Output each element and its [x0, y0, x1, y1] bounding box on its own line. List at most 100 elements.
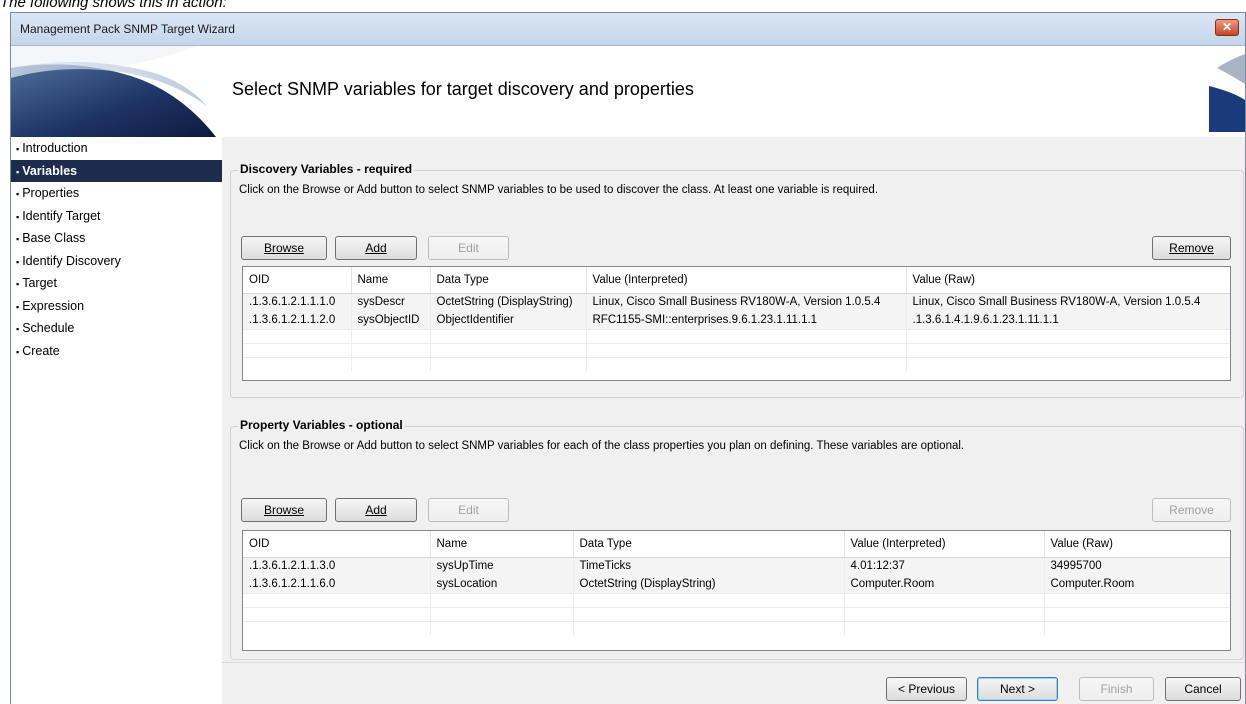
title-bar: Management Pack SNMP Target Wizard ✕: [11, 13, 1245, 46]
close-button[interactable]: ✕: [1215, 19, 1239, 36]
footer-separator: [222, 662, 1245, 663]
table-cell: 34995700: [1044, 557, 1230, 575]
discovery-browse-button[interactable]: Browse: [241, 236, 327, 260]
table-row[interactable]: .1.3.6.1.2.1.1.1.0 sysDescr OctetString (D…: [243, 293, 1230, 311]
property-variables-table[interactable]: OID Name Data Type Value (Interpreted) Value…: [242, 530, 1231, 651]
nav-bullet-icon: ▪: [16, 346, 20, 357]
page-caption: The following shows this in action:: [0, 0, 227, 11]
empty-cell: [906, 328, 1230, 343]
discovery-variables-table[interactable]: OID Name Data Type Value (Interpreted) Value…: [242, 266, 1231, 381]
discovery-remove-button[interactable]: Remove: [1152, 236, 1231, 260]
nav-item-schedule[interactable]: ▪ Schedule: [11, 317, 222, 340]
previous-button[interactable]: < Previous: [886, 677, 967, 701]
nav-item-properties[interactable]: ▪ Properties: [11, 182, 222, 205]
discovery-edit-button: Edit: [428, 236, 509, 260]
table-cell: sysUpTime: [430, 557, 574, 575]
property-remove-button: Remove: [1152, 498, 1231, 522]
nav-item-create[interactable]: ▪ Create: [11, 340, 222, 363]
brand-logo-icon: [1209, 54, 1245, 132]
empty-cell: [351, 342, 431, 357]
nav-bullet-icon: ▪: [16, 279, 20, 289]
column-header[interactable]: Value (Raw): [1044, 531, 1230, 558]
table-cell: Computer.Room: [1044, 575, 1230, 593]
column-header[interactable]: Data Type: [573, 531, 845, 558]
table-row[interactable]: .1.3.6.1.2.1.1.6.0 sysLocation OctetString…: [243, 575, 1230, 593]
table-row[interactable]: .1.3.6.1.2.1.1.3.0 sysUpTime TimeTicks 4.01…: [243, 557, 1230, 575]
table-row[interactable]: .1.3.6.1.2.1.1.2.0 sysObjectID ObjectIdent…: [243, 311, 1230, 329]
empty-cell: [430, 606, 574, 621]
column-header[interactable]: Value (Interpreted): [844, 531, 1045, 558]
empty-cell: [586, 328, 907, 343]
empty-cell: [1044, 606, 1230, 621]
column-header[interactable]: Name: [430, 531, 574, 558]
table-cell: ObjectIdentifier: [430, 311, 587, 329]
nav-bullet-icon: ▪: [16, 234, 20, 244]
nav-bullet-icon: ▪: [16, 324, 20, 334]
property-edit-button: Edit: [428, 498, 509, 522]
nav-bullet-icon: ▪: [16, 144, 20, 154]
nav-bullet-icon: ▪: [16, 166, 20, 177]
column-header[interactable]: Value (Interpreted): [586, 267, 907, 294]
nav-item-variables[interactable]: ▪ Variables: [11, 159, 222, 182]
empty-cell: [906, 356, 1230, 371]
window-title: Management Pack SNMP Target Wizard: [20, 22, 235, 36]
empty-cell: [351, 356, 431, 371]
property-group-label: Property Variables - optional: [238, 418, 405, 432]
empty-cell: [430, 356, 587, 371]
cancel-button[interactable]: Cancel: [1165, 677, 1241, 701]
nav-item-identify-discovery[interactable]: ▪ Identify Discovery: [11, 250, 222, 273]
wizard-step-nav: ▪ Introduction ▪ Variables ▪ Properties ▪ Ident…: [11, 137, 222, 704]
column-header[interactable]: OID: [243, 267, 352, 294]
nav-item-base-class[interactable]: ▪ Base Class: [11, 227, 222, 250]
table-cell: RFC1155-SMI::enterprises.9.6.1.23.1.11.1…: [586, 311, 907, 329]
wizard-window: Management Pack SNMP Target Wizard ✕ Sel…: [10, 12, 1246, 704]
empty-cell: [573, 620, 845, 635]
empty-row: [243, 592, 1230, 607]
property-description: Click on the Browse or Add button to sel…: [239, 440, 965, 452]
empty-cell: [586, 342, 907, 357]
empty-cell: [351, 328, 431, 343]
nav-item-label: Identify Discovery: [22, 253, 121, 268]
table-cell: .1.3.6.1.2.1.1.6.0: [243, 575, 431, 593]
empty-cell: [430, 592, 574, 607]
empty-cell: [844, 606, 1045, 621]
column-header[interactable]: OID: [243, 531, 431, 558]
column-header[interactable]: Value (Raw): [906, 267, 1230, 294]
property-browse-button[interactable]: Browse: [241, 498, 327, 522]
discovery-add-button[interactable]: Add: [335, 236, 417, 260]
empty-cell: [844, 620, 1045, 635]
empty-cell: [573, 606, 845, 621]
nav-item-label: Base Class: [22, 231, 86, 245]
table-cell: OctetString (DisplayString): [573, 575, 845, 593]
next-button[interactable]: Next >: [977, 677, 1058, 701]
table-cell: sysDescr: [351, 293, 431, 311]
table-cell: .1.3.6.1.2.1.1.2.0: [243, 311, 352, 329]
empty-row: [243, 328, 1230, 343]
nav-item-label: Create: [22, 343, 60, 358]
wizard-content: Discovery Variables - required Click on …: [222, 137, 1245, 704]
nav-bullet-icon: ▪: [16, 189, 20, 199]
nav-item-label: Properties: [22, 186, 80, 200]
nav-item-expression[interactable]: ▪ Expression: [11, 295, 222, 318]
table-cell: sysObjectID: [351, 311, 431, 329]
nav-item-label: Variables: [22, 163, 78, 178]
empty-cell: [243, 342, 352, 357]
nav-item-target[interactable]: ▪ Target: [11, 272, 222, 295]
finish-button: Finish: [1079, 677, 1154, 701]
column-header[interactable]: Data Type: [430, 267, 587, 294]
column-header[interactable]: Name: [351, 267, 431, 294]
discovery-variables-group: Discovery Variables - required Click on …: [230, 162, 1244, 398]
table-cell: TimeTicks: [573, 557, 845, 575]
empty-cell: [430, 328, 587, 343]
table-cell: .1.3.6.1.2.1.1.1.0: [243, 293, 352, 311]
table-cell: OctetString (DisplayString): [430, 293, 587, 311]
empty-cell: [906, 342, 1230, 357]
nav-item-introduction[interactable]: ▪ Introduction: [11, 137, 222, 160]
empty-row: [243, 606, 1230, 621]
nav-bullet-icon: ▪: [16, 301, 20, 312]
property-add-button[interactable]: Add: [335, 498, 417, 522]
nav-item-identify-target[interactable]: ▪ Identify Target: [11, 205, 222, 228]
table-cell: Linux, Cisco Small Business RV180W-A, Ve…: [586, 293, 907, 311]
empty-cell: [844, 592, 1045, 607]
page-title: Select SNMP variables for target discove…: [232, 79, 694, 99]
